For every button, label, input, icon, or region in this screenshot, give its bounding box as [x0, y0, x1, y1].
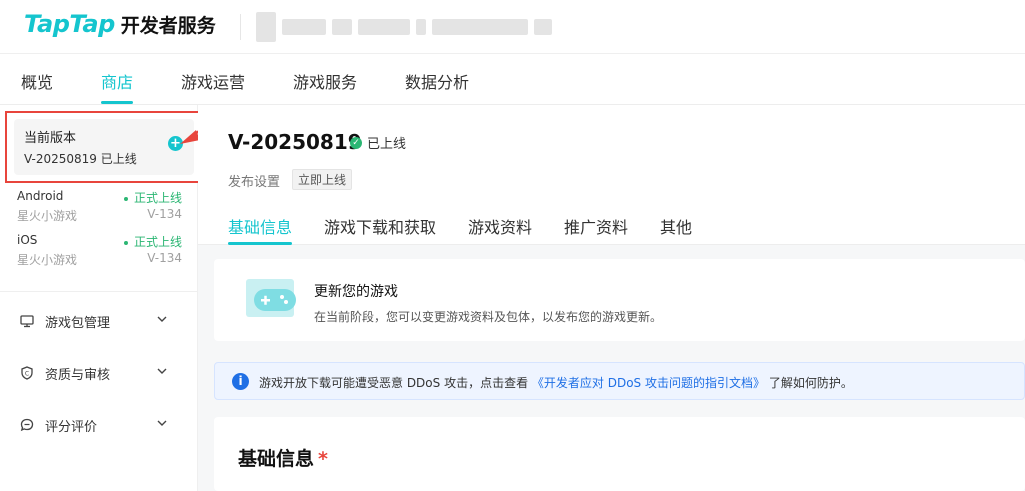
platform-status: 正式上线 [123, 233, 182, 250]
sidebar: 当前版本 V-20250819 已上线 + Android 正式上线 星火小游戏… [0, 105, 233, 491]
app-header: TapTap 开发者服务 [0, 0, 1025, 54]
platform-status: 正式上线 [123, 189, 182, 206]
tab-other[interactable]: 其他 [660, 214, 692, 238]
tab-game-materials[interactable]: 游戏资料 [468, 214, 532, 238]
nav-game-services[interactable]: 游戏服务 [293, 69, 357, 93]
publish-mode-tag: 立即上线 [292, 169, 353, 190]
update-game-card: 更新您的游戏 在当前阶段，您可以变更游戏资料及包体，以发布您的游戏更新。 [214, 259, 1025, 341]
check-circle-icon: ✓ [350, 136, 362, 149]
nav-data-analysis[interactable]: 数据分析 [405, 69, 469, 93]
monitor-icon [20, 315, 34, 328]
sidebar-item-package-management[interactable]: 游戏包管理 [20, 311, 175, 333]
ddos-guide-link[interactable]: 《开发者应对 DDoS 攻击问题的指引文档》 [532, 376, 765, 390]
comment-icon [20, 418, 34, 432]
content-tabs: 基础信息 游戏下载和获取 游戏资料 推广资料 其他 [198, 209, 1025, 245]
basic-info-section: 基础信息 * [214, 417, 1025, 491]
platform-game-name: 星火小游戏 [17, 253, 78, 267]
version-status: ✓ 已上线 [350, 133, 406, 152]
sidebar-item-qualification-review[interactable]: C 资质与审核 [20, 363, 175, 385]
section-title: 基础信息 * [238, 448, 328, 470]
current-version-highlight: 当前版本 V-20250819 已上线 + [5, 111, 203, 183]
nav-active-indicator [101, 101, 133, 104]
update-card-title: 更新您的游戏 [314, 284, 398, 300]
update-card-description: 在当前阶段，您可以变更游戏资料及包体，以发布您的游戏更新。 [314, 310, 663, 324]
sidebar-item-label: 游戏包管理 [45, 316, 111, 331]
game-controller-icon [246, 279, 296, 317]
platform-name: Android [17, 189, 64, 203]
sidebar-item-label: 资质与审核 [45, 368, 111, 383]
main-content: V-20250819 ✓ 已上线 发布设置 立即上线 基础信息 游戏下载和获取 … [198, 105, 1025, 491]
info-icon: i [232, 373, 249, 390]
tab-download-acquisition[interactable]: 游戏下载和获取 [324, 214, 436, 238]
notice-text: 游戏开放下载可能遭受恶意 DDoS 攻击，点击查看 《开发者应对 DDoS 攻击… [259, 376, 853, 390]
version-title: V-20250819 [228, 130, 362, 154]
sidebar-divider [0, 291, 197, 292]
blurred-account-info [256, 12, 552, 42]
platform-version: V-134 [147, 207, 182, 221]
status-text: 已上线 [367, 137, 407, 152]
tab-promotion-materials[interactable]: 推广资料 [564, 214, 628, 238]
tab-basic-info[interactable]: 基础信息 [228, 214, 292, 238]
sidebar-item-ratings-reviews[interactable]: 评分评价 [20, 415, 175, 437]
chevron-down-icon [157, 316, 167, 322]
platform-version: V-134 [147, 251, 182, 265]
platform-name: iOS [17, 233, 38, 247]
nav-game-operations[interactable]: 游戏运营 [181, 69, 245, 93]
chevron-down-icon [157, 368, 167, 374]
platform-game-name: 星火小游戏 [17, 209, 78, 223]
svg-text:C: C [25, 371, 29, 378]
brand-subtitle: 开发者服务 [120, 15, 216, 37]
taptap-logo: TapTap [24, 10, 115, 38]
current-version-card[interactable]: 当前版本 V-20250819 已上线 + [14, 119, 194, 175]
current-version-title: 当前版本 [24, 131, 77, 146]
top-navigation: 概览 商店 游戏运营 游戏服务 数据分析 [0, 54, 1025, 105]
nav-store[interactable]: 商店 [101, 69, 133, 93]
sidebar-item-label: 评分评价 [45, 420, 98, 435]
nav-overview[interactable]: 概览 [21, 69, 53, 93]
required-mark: * [318, 448, 328, 470]
publish-settings-label: 发布设置 [228, 175, 281, 190]
certificate-icon: C [21, 366, 33, 380]
current-version-label: V-20250819 已上线 [24, 152, 137, 166]
header-divider [240, 14, 241, 40]
ddos-notice: i 游戏开放下载可能遭受恶意 DDoS 攻击，点击查看 《开发者应对 DDoS … [214, 362, 1025, 400]
chevron-down-icon [157, 420, 167, 426]
brand[interactable]: TapTap 开发者服务 [24, 10, 216, 38]
